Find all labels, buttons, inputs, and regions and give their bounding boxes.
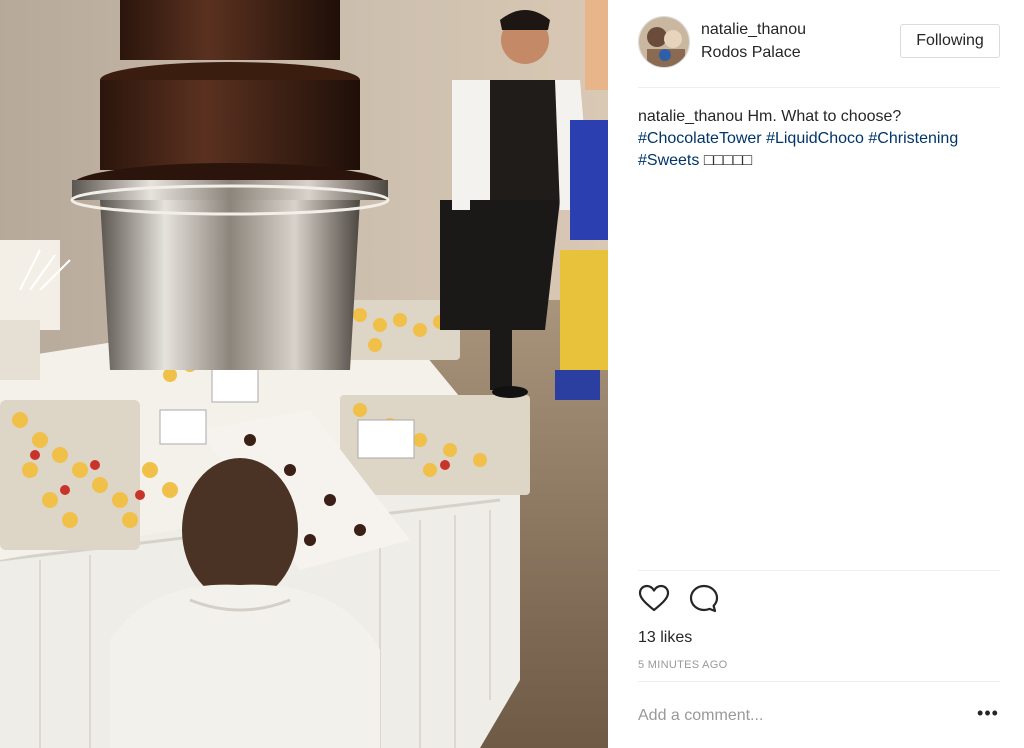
hashtag-link[interactable]: #Sweets: [638, 152, 699, 169]
post-details-panel: natalie_thanou Rodos Palace Following na…: [608, 0, 1024, 748]
post-actions: 13 likes 5 MINUTES AGO •••: [638, 570, 1000, 748]
hashtag-link[interactable]: #Christening: [868, 130, 958, 147]
comment-bubble-icon: [689, 584, 719, 613]
comment-input[interactable]: [638, 704, 958, 728]
caption-emoji: □□□□□: [703, 152, 753, 169]
caption-text: Hm. What to choose?: [747, 108, 902, 125]
comment-button[interactable]: [688, 583, 720, 615]
more-options-button[interactable]: •••: [976, 704, 1000, 724]
heart-icon: [638, 584, 670, 612]
likes-count[interactable]: 13 likes: [638, 629, 692, 647]
post-caption: natalie_thanou Hm. What to choose? #Choc…: [638, 106, 1000, 172]
avatar[interactable]: [638, 16, 690, 68]
like-button[interactable]: [638, 583, 670, 615]
avatar-image: [639, 17, 689, 67]
hashtag-link[interactable]: #ChocolateTower: [638, 130, 762, 147]
post-header: natalie_thanou Rodos Palace Following: [638, 14, 1000, 88]
caption-author[interactable]: natalie_thanou: [638, 108, 743, 125]
post-location[interactable]: Rodos Palace: [701, 44, 801, 62]
post-timestamp[interactable]: 5 MINUTES AGO: [638, 659, 727, 671]
post-photo-illustration: [0, 0, 608, 748]
comment-section: •••: [638, 681, 1000, 741]
following-button[interactable]: Following: [900, 24, 1000, 58]
post-author-username[interactable]: natalie_thanou: [701, 21, 806, 39]
post-photo[interactable]: [0, 0, 608, 748]
hashtag-link[interactable]: #LiquidChoco: [766, 130, 864, 147]
